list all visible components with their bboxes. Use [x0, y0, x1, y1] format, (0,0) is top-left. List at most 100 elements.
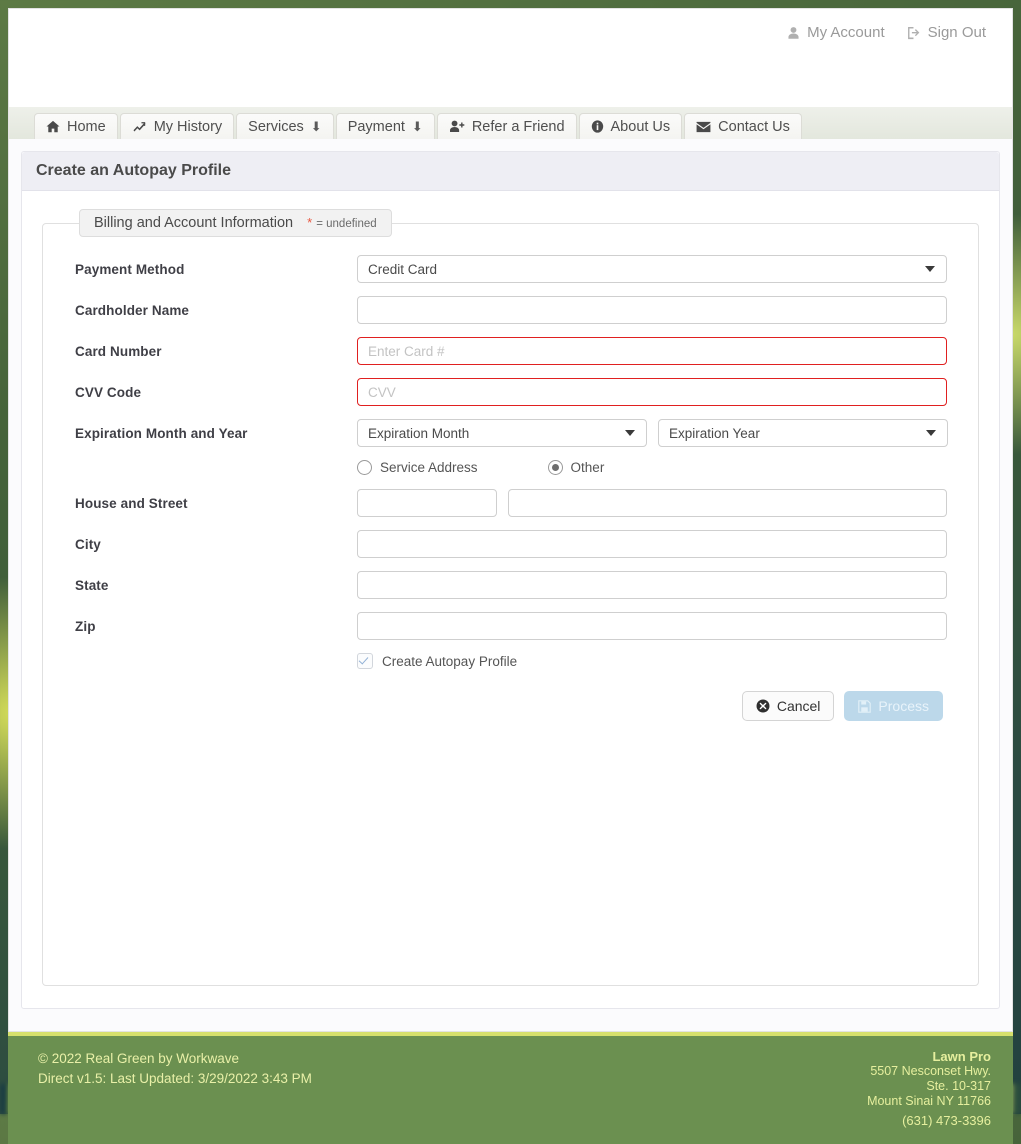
- row-expiration: Expiration Month and Year Expiration Mon…: [57, 419, 964, 447]
- chart-line-icon: [132, 120, 147, 133]
- autopay-panel: Create an Autopay Profile Billing and Ac…: [21, 151, 1000, 1009]
- business-address-line2: Ste. 10-317: [867, 1079, 991, 1094]
- home-icon: [46, 120, 60, 133]
- required-legend-text: = undefined: [316, 218, 376, 230]
- user-plus-icon: [449, 120, 465, 133]
- save-icon: [858, 700, 871, 713]
- create-autopay-label: Create Autopay Profile: [382, 654, 517, 669]
- site-header: My Account Sign Out: [8, 8, 1013, 107]
- billing-fieldset: Billing and Account Information * = unde…: [42, 209, 979, 986]
- state-label: State: [57, 578, 357, 593]
- account-links: My Account Sign Out: [787, 24, 986, 41]
- radio-service-address-label: Service Address: [380, 460, 478, 475]
- row-house-and-street: House and Street: [57, 489, 964, 517]
- radio-icon: [357, 460, 372, 475]
- nav-tab-my-history[interactable]: My History: [120, 113, 234, 139]
- state-input[interactable]: [357, 571, 947, 599]
- business-phone: (631) 473-3396: [867, 1113, 991, 1128]
- zip-input[interactable]: [357, 612, 947, 640]
- city-label: City: [57, 537, 357, 552]
- nav-tab-services[interactable]: Services ⬇: [236, 113, 334, 139]
- expiration-year-value: Expiration Year: [669, 426, 760, 441]
- row-create-autopay: Create Autopay Profile: [57, 653, 964, 669]
- row-cardholder-name: Cardholder Name: [57, 296, 964, 324]
- expiration-month-value: Expiration Month: [368, 426, 469, 441]
- nav-tab-contact-us[interactable]: Contact Us: [684, 113, 802, 139]
- billing-legend: Billing and Account Information * = unde…: [79, 209, 392, 237]
- content-area: Create an Autopay Profile Billing and Ac…: [8, 139, 1013, 1032]
- nav-tab-refer-a-friend[interactable]: Refer a Friend: [437, 113, 577, 139]
- radio-service-address[interactable]: Service Address: [357, 460, 478, 475]
- nav-tab-home-label: Home: [67, 119, 106, 135]
- house-number-input[interactable]: [357, 489, 497, 517]
- expiration-year-select[interactable]: Expiration Year: [658, 419, 948, 447]
- nav-tab-services-label: Services: [248, 119, 304, 135]
- info-circle-icon: [591, 120, 604, 133]
- cancel-button[interactable]: Cancel: [742, 691, 835, 721]
- billing-legend-label: Billing and Account Information: [94, 215, 293, 231]
- fieldset-spacer: [57, 721, 964, 971]
- nav-tab-payment-label: Payment: [348, 119, 405, 135]
- sign-out-label: Sign Out: [928, 24, 986, 41]
- payment-method-select[interactable]: Credit Card: [357, 255, 947, 283]
- page-title: Create an Autopay Profile: [36, 162, 985, 180]
- footer-left: © 2022 Real Green by Workwave Direct v1.…: [38, 1049, 312, 1128]
- city-input[interactable]: [357, 530, 947, 558]
- circle-x-icon: [756, 699, 770, 713]
- zip-label: Zip: [57, 619, 357, 634]
- required-asterisk: *: [307, 215, 312, 230]
- process-button-label: Process: [878, 698, 929, 714]
- chevron-down-icon: ⬇: [412, 119, 423, 135]
- chevron-down-icon: [926, 430, 936, 436]
- site-footer: © 2022 Real Green by Workwave Direct v1.…: [8, 1032, 1013, 1144]
- nav-tab-my-history-label: My History: [154, 119, 222, 135]
- address-source-radio-group: Service Address Other: [357, 460, 604, 475]
- row-address-source: Service Address Other: [57, 460, 964, 475]
- nav-tab-about-us-label: About Us: [611, 119, 671, 135]
- panel-heading: Create an Autopay Profile: [22, 152, 999, 191]
- main-navigation: Home My History Services ⬇ Payment ⬇ Ref…: [8, 107, 1013, 139]
- chevron-down-icon: ⬇: [311, 119, 322, 135]
- chevron-down-icon: [925, 266, 935, 272]
- nav-tab-payment[interactable]: Payment ⬇: [336, 113, 435, 139]
- cardholder-name-input[interactable]: [357, 296, 947, 324]
- payment-method-value: Credit Card: [368, 262, 437, 277]
- footer-copyright: © 2022 Real Green by Workwave: [38, 1049, 312, 1069]
- nav-tab-refer-a-friend-label: Refer a Friend: [472, 119, 565, 135]
- row-card-number: Card Number: [57, 337, 964, 365]
- row-city: City: [57, 530, 964, 558]
- cvv-code-input[interactable]: [357, 378, 947, 406]
- business-address-line1: 5507 Nesconset Hwy.: [867, 1064, 991, 1079]
- footer-business-info: Lawn Pro 5507 Nesconset Hwy. Ste. 10-317…: [867, 1049, 991, 1128]
- cardholder-name-label: Cardholder Name: [57, 303, 357, 318]
- footer-version: Direct v1.5: Last Updated: 3/29/2022 3:4…: [38, 1069, 312, 1089]
- cancel-button-label: Cancel: [777, 698, 821, 714]
- nav-tab-home[interactable]: Home: [34, 113, 118, 139]
- process-button[interactable]: Process: [844, 691, 943, 721]
- row-state: State: [57, 571, 964, 599]
- card-number-input[interactable]: [357, 337, 947, 365]
- panel-body: Billing and Account Information * = unde…: [22, 191, 999, 1008]
- expiration-month-select[interactable]: Expiration Month: [357, 419, 647, 447]
- row-cvv-code: CVV Code: [57, 378, 964, 406]
- row-payment-method: Payment Method Credit Card: [57, 255, 964, 283]
- form-actions: Cancel Process: [57, 691, 964, 721]
- user-icon: [787, 26, 800, 40]
- house-and-street-label: House and Street: [57, 496, 357, 511]
- card-number-label: Card Number: [57, 344, 357, 359]
- envelope-icon: [696, 121, 711, 133]
- create-autopay-checkbox[interactable]: Create Autopay Profile: [357, 653, 517, 669]
- nav-tab-contact-us-label: Contact Us: [718, 119, 790, 135]
- my-account-label: My Account: [807, 24, 885, 41]
- checkmark-icon: [357, 653, 373, 669]
- sign-out-icon: [907, 26, 921, 40]
- cvv-code-label: CVV Code: [57, 385, 357, 400]
- radio-selected-icon: [548, 460, 563, 475]
- radio-other[interactable]: Other: [548, 460, 605, 475]
- nav-tab-about-us[interactable]: About Us: [579, 113, 683, 139]
- payment-method-label: Payment Method: [57, 262, 357, 277]
- sign-out-link[interactable]: Sign Out: [907, 24, 986, 41]
- street-input[interactable]: [508, 489, 947, 517]
- my-account-link[interactable]: My Account: [787, 24, 885, 41]
- business-name: Lawn Pro: [867, 1049, 991, 1064]
